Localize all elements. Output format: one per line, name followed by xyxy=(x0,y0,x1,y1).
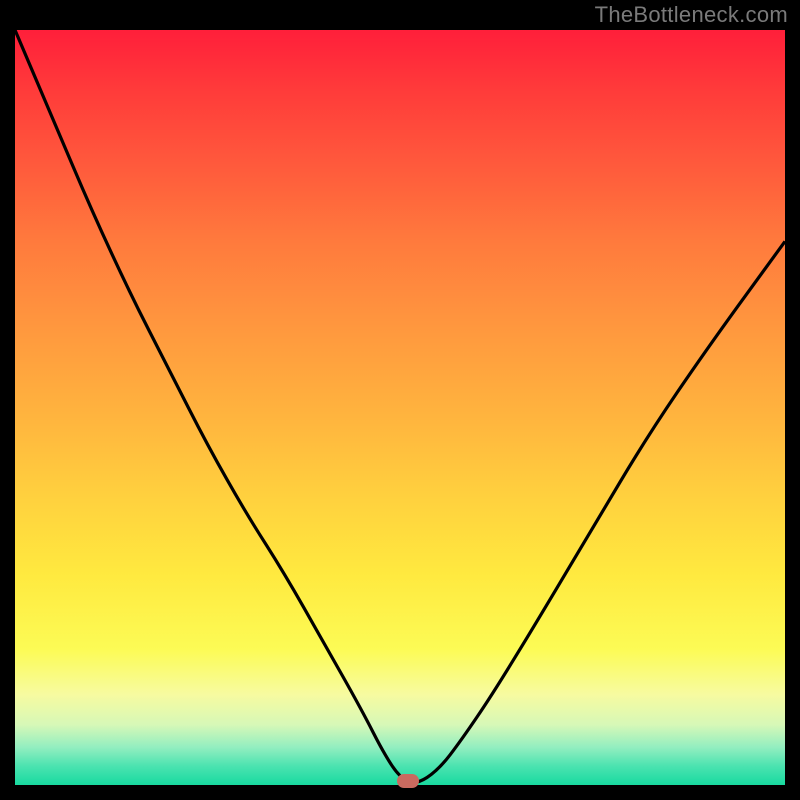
optimal-marker xyxy=(397,774,419,788)
watermark-text: TheBottleneck.com xyxy=(595,2,788,28)
bottleneck-curve xyxy=(15,30,785,785)
curve-path xyxy=(15,30,785,782)
plot-area xyxy=(15,30,785,785)
chart-frame: TheBottleneck.com xyxy=(0,0,800,800)
